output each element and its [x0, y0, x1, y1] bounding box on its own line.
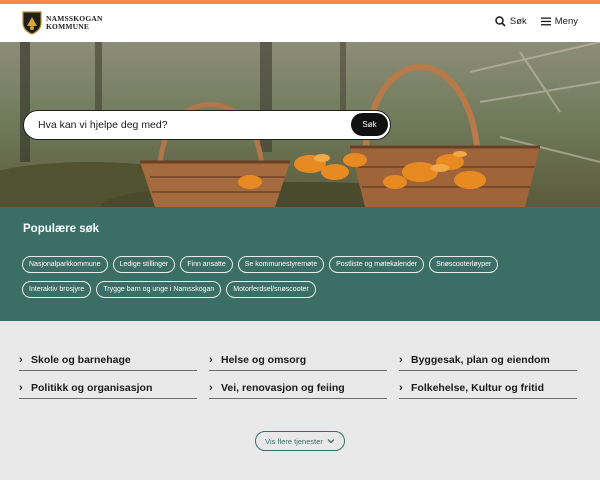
show-more-label: Vis flere tjenester: [265, 436, 323, 446]
service-label: Vei, renovasjon og feiing: [221, 381, 345, 394]
service-link-folkehelse[interactable]: › Folkehelse, Kultur og fritid: [399, 377, 577, 399]
logo-line-2: KOMMUNE: [46, 22, 90, 31]
chevron-right-icon: ›: [399, 353, 403, 366]
chip-nasjonalparkkommune[interactable]: Nasjonalparkkommune: [22, 256, 108, 273]
hero-search-input[interactable]: [38, 111, 338, 138]
municipality-logo[interactable]: NAMSSKOGAN KOMMUNE: [22, 11, 103, 35]
chip-ledige-stillinger[interactable]: Ledige stillinger: [112, 256, 176, 273]
service-link-vei[interactable]: › Vei, renovasjon og feiing: [209, 377, 387, 399]
hero-banner: Søk: [0, 42, 600, 207]
chip-finn-ansatte[interactable]: Finn ansatte: [180, 256, 233, 273]
search-icon: [495, 16, 506, 27]
menu-label: Meny: [554, 16, 578, 27]
service-link-helse[interactable]: › Helse og omsorg: [209, 349, 387, 371]
service-link-politikk[interactable]: › Politikk og organisasjon: [19, 377, 197, 399]
service-link-skole[interactable]: › Skole og barnehage: [19, 349, 197, 371]
hero-search-bar: Søk: [23, 110, 391, 140]
chevron-right-icon: ›: [19, 353, 23, 366]
coat-of-arms-icon: [22, 11, 42, 35]
chevron-right-icon: ›: [209, 381, 213, 394]
menu-button[interactable]: Meny: [540, 16, 578, 27]
hero-search-submit-button[interactable]: Søk: [351, 113, 388, 136]
header-search-label: Søk: [509, 16, 527, 27]
chevron-right-icon: ›: [399, 381, 403, 394]
services-section: › Skole og barnehage › Helse og omsorg ›…: [0, 321, 600, 480]
site-header: NAMSSKOGAN KOMMUNE Søk Meny: [0, 4, 600, 42]
service-label: Skole og barnehage: [31, 353, 131, 366]
service-label: Byggesak, plan og eiendom: [411, 353, 550, 366]
chevron-down-icon: [327, 439, 335, 444]
chip-postliste[interactable]: Postliste og møtekalender: [329, 256, 425, 273]
service-link-byggesak[interactable]: › Byggesak, plan og eiendom: [399, 349, 577, 371]
popular-searches: Populære søk Nasjonalparkkommune Ledige …: [0, 207, 600, 321]
chip-motorferdsel[interactable]: Motorferdsel/snøscooter: [226, 281, 316, 298]
chip-trygge-barn[interactable]: Trygge barn og unge i Namsskogan: [96, 281, 222, 298]
chevron-right-icon: ›: [209, 353, 213, 366]
chip-snoscooterloyper[interactable]: Snøscooterløyper: [429, 256, 499, 273]
chip-interaktiv-brosjyre[interactable]: Interaktiv brosjyre: [22, 281, 92, 298]
service-label: Helse og omsorg: [221, 353, 307, 366]
chip-se-kommunestyremote[interactable]: Se kommunestyremøte: [237, 256, 325, 273]
popular-searches-title: Populære søk: [23, 223, 100, 235]
hamburger-icon: [540, 17, 551, 26]
show-more-services-button[interactable]: Vis flere tjenester: [255, 431, 345, 451]
service-label: Politikk og organisasjon: [31, 381, 153, 394]
chevron-right-icon: ›: [19, 381, 23, 394]
header-search-button[interactable]: Søk: [495, 16, 527, 27]
service-label: Folkehelse, Kultur og fritid: [411, 381, 545, 394]
